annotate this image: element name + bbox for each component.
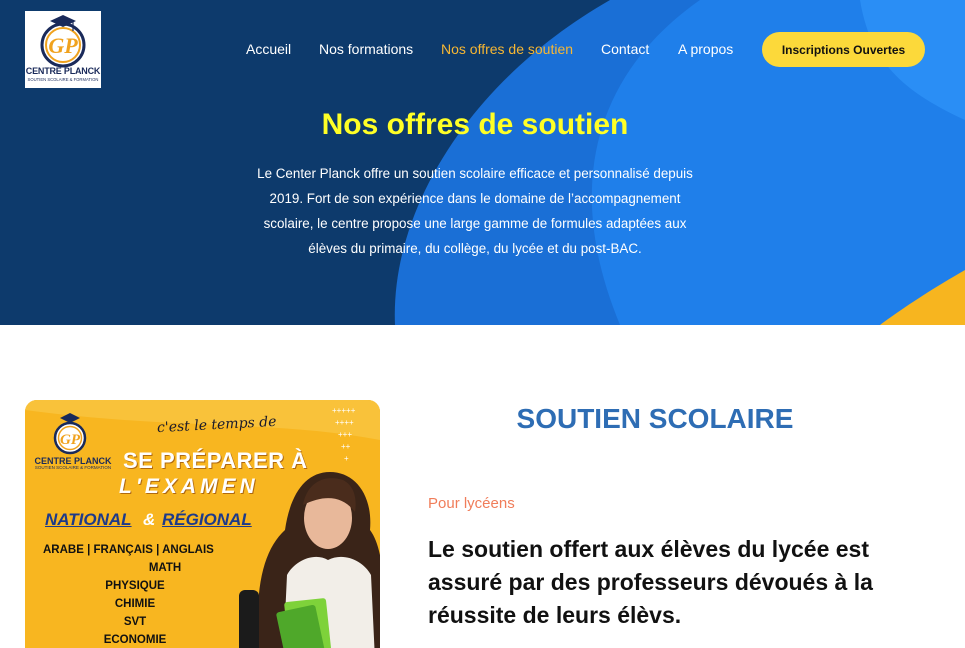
poster-ampersand: &	[143, 510, 156, 529]
nav-item-a-propos[interactable]: A propos	[678, 41, 733, 57]
page: GP CENTRE PLANCK SOUTIEN SCOLAIRE & FORM…	[0, 0, 965, 648]
svg-text:++: ++	[341, 442, 351, 451]
logo-tagline: SOUTIEN SCOLAIRE & FORMATION	[27, 77, 99, 82]
poster-headline-2: L'EXAMEN	[119, 475, 259, 498]
nav-item-accueil[interactable]: Accueil	[246, 41, 291, 57]
svg-text:GP: GP	[48, 33, 78, 58]
poster-subject: CHIMIE	[114, 598, 156, 610]
poster-national: NATIONAL	[45, 510, 132, 529]
svg-text:+: +	[344, 454, 349, 463]
inscriptions-button[interactable]: Inscriptions Ouvertes	[762, 32, 925, 67]
exam-prep-poster: +++++ ++++ +++ ++ + GP CENTRE PLANCK SOU…	[25, 400, 380, 648]
logo-name: CENTRE PLANCK	[25, 66, 101, 76]
svg-text:++++: ++++	[335, 418, 354, 427]
site-logo[interactable]: GP CENTRE PLANCK SOUTIEN SCOLAIRE & FORM…	[25, 11, 101, 88]
poster-subjects-line: ARABE | FRANÇAIS | ANGLAIS	[43, 544, 214, 556]
poster-subject: MATH	[148, 562, 182, 574]
poster-headline-1: SE PRÉPARER À	[123, 448, 308, 473]
hero-section: GP CENTRE PLANCK SOUTIEN SCOLAIRE & FORM…	[0, 0, 965, 325]
poster-logo-tagline: SOUTIEN SCOLAIRE & FORMATION	[34, 465, 112, 470]
page-title: Nos offres de soutien	[321, 108, 629, 141]
section-subtitle: Pour lycéens	[428, 495, 515, 512]
section-body: Le soutien offert aux élèves du lycée es…	[428, 536, 873, 628]
svg-text:+++: +++	[338, 430, 352, 439]
nav-item-offres-soutien[interactable]: Nos offres de soutien	[441, 41, 573, 57]
poster-subject: SVT	[123, 616, 147, 628]
section-title: SOUTIEN SCOLAIRE	[516, 403, 794, 434]
nav-item-contact[interactable]: Contact	[601, 41, 649, 57]
svg-text:GP: GP	[60, 432, 81, 448]
poster-regional: RÉGIONAL	[162, 510, 252, 529]
hero-description: Le Center Planck offre un soutien scolai…	[257, 166, 693, 256]
nav-item-formations[interactable]: Nos formations	[319, 41, 413, 57]
poster-subject: ECONOMIE	[103, 634, 167, 646]
poster-subject: PHYSIQUE	[105, 580, 165, 592]
svg-text:+++++: +++++	[332, 406, 356, 415]
